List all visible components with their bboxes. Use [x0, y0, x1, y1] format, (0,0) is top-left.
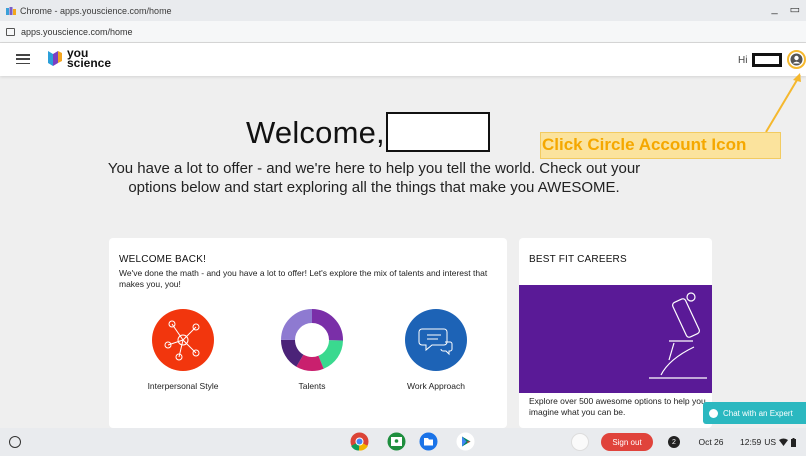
chat-icon: [709, 408, 718, 418]
best-fit-careers-title: BEST FIT CAREERS: [529, 254, 627, 265]
welcome-back-card: WELCOME BACK! We've done the math - and …: [109, 238, 507, 428]
sign-out-button[interactable]: Sign out: [601, 433, 653, 451]
chrome-icon[interactable]: [350, 432, 369, 451]
welcome-back-title: WELCOME BACK!: [119, 254, 207, 265]
notification-count-badge[interactable]: 2: [668, 436, 680, 448]
redacted-name-box: [386, 112, 490, 152]
classroom-icon[interactable]: [387, 432, 406, 451]
chat-label: Chat with an Expert: [723, 408, 793, 418]
welcome-back-text: We've done the math - and you have a lot…: [119, 268, 488, 289]
welcome-heading: Welcome,: [246, 115, 385, 150]
interpersonal-style-label[interactable]: Interpersonal Style: [133, 381, 233, 391]
best-fit-careers-card[interactable]: BEST FIT CAREERS Explore over 500 awesom…: [519, 238, 712, 428]
time-display: 12:59: [740, 437, 762, 447]
best-fit-careers-text: Explore over 500 awesome options to help…: [529, 396, 706, 417]
interpersonal-style-icon[interactable]: [152, 309, 214, 371]
launcher-icon[interactable]: [9, 436, 21, 448]
status-area[interactable]: 12:59 US: [735, 433, 804, 451]
talents-donut-icon[interactable]: [281, 309, 343, 371]
intro-text: You have a lot to offer - and we're here…: [107, 160, 641, 196]
chat-with-expert-button[interactable]: Chat with an Expert: [703, 402, 806, 424]
work-approach-label[interactable]: Work Approach: [386, 381, 486, 391]
work-approach-icon[interactable]: [405, 309, 467, 371]
os-shelf: Sign out 2 Oct 26 12:59 US: [0, 428, 806, 456]
tray-avatar-icon[interactable]: [571, 433, 589, 451]
play-store-icon[interactable]: [456, 432, 475, 451]
locale-display: US: [764, 437, 777, 447]
microscope-illustration-icon: [649, 292, 707, 379]
careers-illustration: [519, 285, 712, 393]
battery-icon: [791, 437, 797, 447]
talents-label[interactable]: Talents: [262, 381, 362, 391]
wifi-icon: [779, 438, 789, 446]
annotation-text: Click Circle Account Icon: [542, 135, 747, 154]
files-icon[interactable]: [419, 432, 438, 451]
date-display[interactable]: Oct 26: [692, 433, 730, 451]
